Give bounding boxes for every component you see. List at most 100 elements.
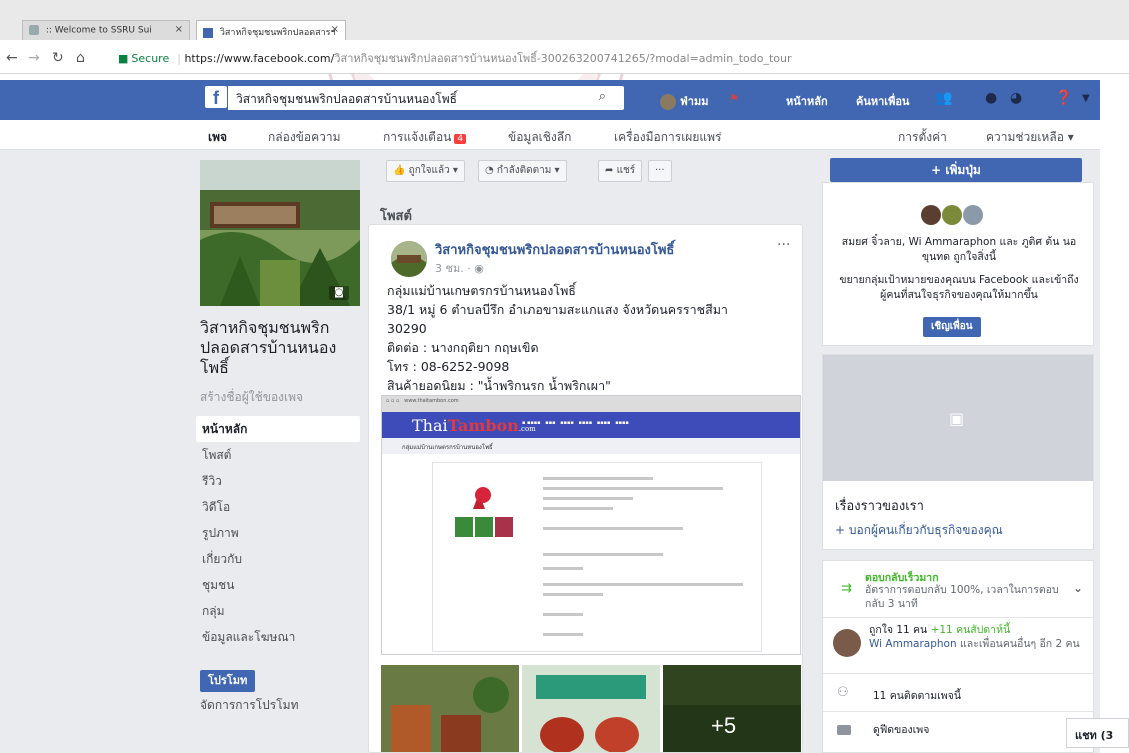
tab-notifications[interactable]: การแจ้งเตือน 4 (383, 128, 467, 147)
flag-icon[interactable]: ⚑ (729, 92, 739, 105)
search-value: วิสาหกิจชุมชนพริกปลอดสารบ้านหนองโพธิ์ (236, 92, 457, 106)
photo-thumbnail[interactable] (381, 665, 519, 753)
followers-text: 11 คนติดตามเพจนี้ (873, 690, 962, 702)
close-icon[interactable]: × (175, 24, 183, 35)
our-story-card: ▣ เรื่องราวของเรา + บอกผู้คนเกี่ยวกับธุร… (822, 354, 1094, 550)
url-field[interactable]: ■ Secure | https://www.facebook.com/วิสาหก… (118, 49, 1118, 69)
divider (823, 617, 1093, 618)
browser-tab-active[interactable]: วิสาหกิจชุมชนพริกปลอดสารฯ × (196, 20, 346, 40)
url-host: https://www.facebook.com/ (184, 52, 335, 65)
screenshot-menu: ▪ ▪▪▪▪ ▪▪▪ ▪▪▪▪ ▪▪▪▪ ▪▪▪▪ ▪▪▪▪ (522, 420, 629, 426)
sidebar-item-home[interactable]: หน้าหลัก (196, 416, 360, 442)
search-icon[interactable]: ⌕ (599, 89, 606, 104)
add-button[interactable]: + เพิ่มปุ่ม (830, 158, 1082, 182)
add-image-icon[interactable]: ▣ (949, 409, 964, 428)
profile-name: ฟ่ามม (680, 95, 709, 108)
avatar[interactable] (921, 205, 941, 225)
find-friends-link[interactable]: ค้นหาเพื่อน (856, 92, 909, 110)
text-line (543, 477, 653, 480)
tab-settings[interactable]: การตั้งค่า (898, 128, 947, 147)
create-username-link[interactable]: สร้างชื่อผู้ใช้ของเพจ (200, 388, 303, 407)
share-label: แชร์ (616, 165, 636, 176)
promote-button[interactable]: โปรโมท (200, 670, 256, 692)
post-options-icon[interactable]: ··· (777, 237, 790, 253)
post-image-screenshot[interactable]: ▫ ▫ ▫ www.thaitambon.com ThaiTambon.com … (381, 395, 801, 655)
divider (823, 711, 1093, 712)
home-icon[interactable]: ⌂ (76, 50, 85, 66)
reload-icon[interactable]: ↻ (52, 50, 64, 66)
liked-button[interactable]: 👍 ถูกใจแล้ว ▾ (386, 160, 465, 182)
friend-requests-icon[interactable]: 👥 (935, 90, 952, 106)
avatar[interactable] (833, 629, 861, 657)
following-label: กำลังติดตาม ▾ (496, 165, 560, 176)
tab-help[interactable]: ความช่วยเหลือ ▾ (986, 128, 1074, 147)
likes-others: และเพื่อนคนอื่นๆ อีก 2 คน (959, 638, 1080, 650)
tab-inbox[interactable]: กล่องข้อความ (268, 128, 341, 147)
sidebar-item-posts[interactable]: โพสต์ (196, 442, 360, 468)
manage-promotions-link[interactable]: จัดการการโปรโมท (200, 696, 299, 715)
grow-audience-text: ขยายกลุ่มเป้าหมายของคุณบน Facebook และเข… (839, 274, 1079, 301)
avatar[interactable] (391, 241, 427, 277)
notifications-globe-icon[interactable]: ◕ (1010, 90, 1022, 106)
url-path: วิสาหกิจชุมชนพริกปลอดสารบ้านหนองโพธิ์-30… (334, 52, 792, 65)
sidebar-item-videos[interactable]: วิดีโอ (196, 494, 360, 520)
likers-avatars (921, 205, 984, 229)
chevron-down-icon[interactable]: ⌄ (1073, 581, 1083, 595)
photo-thumbnail[interactable] (522, 665, 660, 753)
feed-icon (837, 725, 851, 735)
photo-thumbnail[interactable] (663, 665, 801, 753)
search-input[interactable]: วิสาหกิจชุมชนพริกปลอดสารบ้านหนองโพธิ์ ⌕ (228, 86, 624, 110)
close-icon[interactable]: × (331, 24, 339, 35)
likers-text: สมยศ จิ๋วลาย, Wi Ammaraphon และ ภูติศ ต้… (841, 236, 1077, 263)
sidebar-item-community[interactable]: ชุมชน (196, 572, 360, 598)
post-author-link[interactable]: วิสาหกิจชุมชนพริกปลอดสารบ้านหนองโพธิ์ (435, 239, 674, 260)
facebook-header: f วิสาหกิจชุมชนพริกปลอดสารบ้านหนองโพธิ์ … (0, 80, 1100, 120)
browser-tab[interactable]: :: Welcome to SSRU Sui × (22, 20, 190, 40)
see-pages-feed-link[interactable]: ดูฟีดของเพจ (873, 721, 929, 738)
liked-label: ถูกใจแล้ว ▾ (408, 165, 458, 176)
tab-publishing-tools[interactable]: เครื่องมือการเผยแพร่ (614, 128, 721, 147)
text-line (543, 527, 683, 530)
likes-count: ถูกใจ 11 คน (869, 624, 928, 636)
following-button[interactable]: ◔ กำลังติดตาม ▾ (478, 160, 567, 182)
text-line (543, 497, 633, 500)
camera-icon[interactable]: ◙ (329, 286, 349, 300)
tab-insights[interactable]: ข้อมูลเชิงลึก (508, 128, 571, 147)
invite-friends-button[interactable]: เชิญเพื่อน (923, 317, 981, 337)
page-stats-card: ⇉ ตอบกลับเร็วมาก อัตราการตอบกลับ 100%, เ… (822, 560, 1094, 753)
screenshot-content (432, 462, 762, 652)
profile-photo[interactable] (200, 160, 360, 306)
back-icon[interactable]: ← (6, 50, 18, 66)
friend-link[interactable]: Wi Ammaraphon (869, 638, 957, 650)
page-title: วิสาหกิจชุมชนพริกปลอดสารบ้านหนองโพธิ์ (200, 318, 337, 377)
chat-tab[interactable]: แชท (3 (1066, 718, 1129, 748)
profile-link[interactable]: ฟ่ามม (660, 92, 708, 110)
text-line (543, 613, 583, 616)
add-story-link[interactable]: + บอกผู้คนเกี่ยวกับธุรกิจของคุณ (835, 521, 1003, 540)
tab-notifications-label: การแจ้งเตือน (383, 130, 452, 144)
chevron-down-icon[interactable]: ▼ (1082, 93, 1090, 104)
sidebar-item-photos[interactable]: รูปภาพ (196, 520, 360, 546)
forward-icon[interactable]: → (28, 50, 40, 66)
help-icon[interactable]: ❓ (1055, 90, 1072, 106)
avatar[interactable] (942, 205, 962, 225)
sidebar-item-about[interactable]: เกี่ยวกับ (196, 546, 360, 572)
sidebar-item-info-ads[interactable]: ข้อมูลและโฆษณา (196, 624, 360, 650)
sidebar-item-groups[interactable]: กลุ่ม (196, 598, 360, 624)
avatar[interactable] (963, 205, 983, 225)
share-button[interactable]: ➦ แชร์ (598, 160, 643, 182)
text-line (543, 553, 663, 556)
home-link[interactable]: หน้าหลัก (786, 92, 828, 110)
page-admin-tabs: เพจ กล่องข้อความ การแจ้งเตือน 4 ข้อมูลเชิ… (0, 120, 1100, 155)
facebook-favicon-icon (203, 27, 213, 38)
more-photos-count[interactable]: +5 (711, 713, 736, 739)
facebook-logo-icon[interactable]: f (205, 86, 227, 108)
more-button[interactable]: ··· (648, 160, 672, 182)
share-icon: ➦ (605, 165, 614, 176)
text-line (543, 593, 603, 596)
sidebar-item-reviews[interactable]: รีวิว (196, 468, 360, 494)
messenger-icon[interactable]: ● (985, 90, 997, 106)
post-timestamp[interactable]: 3 ชม. · ◉ (435, 259, 484, 277)
post-photo-grid: +5 (381, 665, 801, 753)
post-card: วิสาหกิจชุมชนพริกปลอดสารบ้านหนองโพธิ์ 3 … (368, 224, 803, 753)
